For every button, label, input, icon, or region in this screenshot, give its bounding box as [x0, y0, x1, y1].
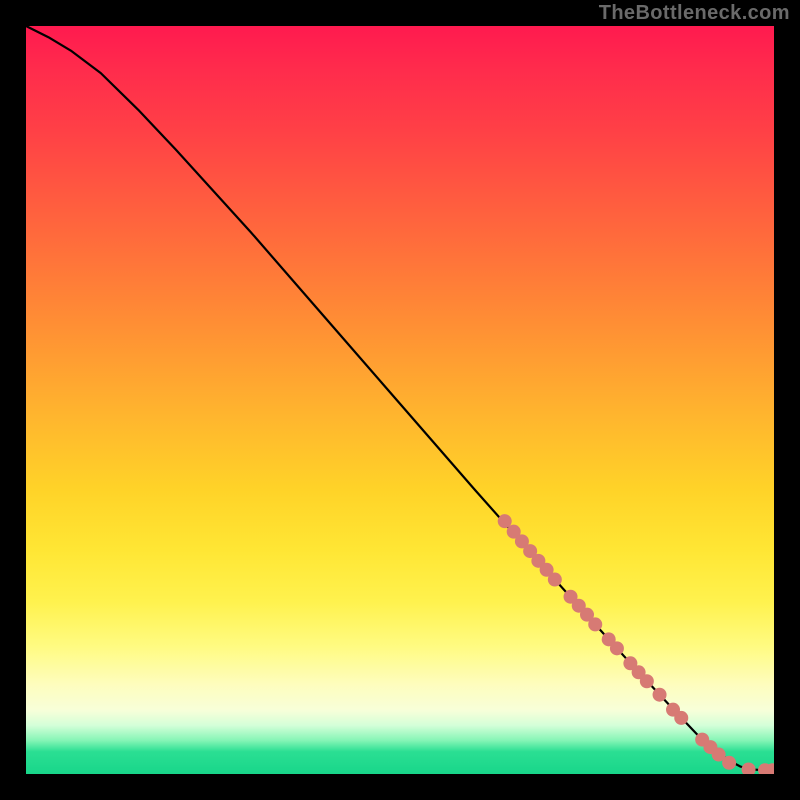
watermark-text: TheBottleneck.com [599, 2, 790, 25]
data-points-group [498, 514, 774, 774]
data-point [610, 641, 624, 655]
chart-svg [26, 26, 774, 774]
plot-area [26, 26, 774, 774]
data-point [722, 756, 736, 770]
bottleneck-curve [26, 26, 774, 770]
data-point [588, 617, 602, 631]
data-point [742, 763, 756, 774]
data-point [674, 711, 688, 725]
data-point [653, 688, 667, 702]
chart-stage: TheBottleneck.com [0, 0, 800, 800]
data-point [640, 674, 654, 688]
data-point [548, 573, 562, 587]
